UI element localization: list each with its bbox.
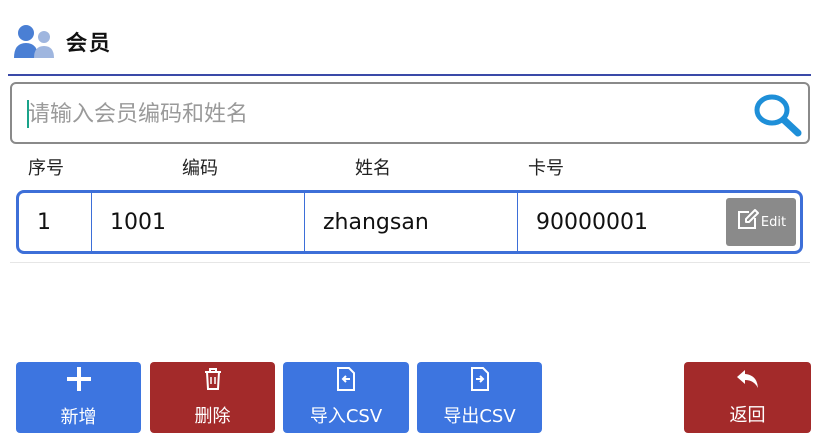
column-header-card: 卡号 (528, 158, 564, 179)
page-header: 会员 (14, 24, 112, 60)
cell-card: 90000001 (536, 209, 648, 235)
add-button[interactable]: 新增 (16, 362, 141, 433)
search-input[interactable] (28, 94, 728, 134)
table-row[interactable]: 1 1001 zhangsan 90000001 Edit (16, 190, 803, 254)
import-csv-button[interactable]: 导入CSV (283, 362, 409, 433)
edit-button[interactable]: Edit (726, 198, 796, 246)
row-divider (10, 262, 810, 263)
export-csv-button[interactable]: 导出CSV (417, 362, 542, 433)
column-header-name: 姓名 (355, 158, 391, 179)
members-icon (14, 24, 58, 60)
back-arrow-icon (735, 368, 761, 395)
delete-label: 删除 (194, 406, 231, 427)
page-title: 会员 (66, 31, 112, 55)
search-box (10, 82, 810, 144)
cell-code: 1001 (92, 193, 305, 251)
edit-label: Edit (760, 214, 787, 230)
back-button[interactable]: 返回 (684, 362, 811, 433)
trash-icon (203, 367, 223, 396)
header-divider (8, 74, 811, 76)
edit-icon (736, 209, 761, 235)
delete-button[interactable]: 删除 (150, 362, 275, 433)
import-csv-label: 导入CSV (309, 406, 383, 427)
export-file-icon (470, 367, 490, 396)
cell-name: zhangsan (305, 193, 518, 251)
column-header-index: 序号 (28, 158, 64, 179)
search-icon[interactable] (752, 90, 802, 138)
plus-icon (66, 366, 92, 397)
column-header-code: 编码 (182, 158, 218, 179)
add-label: 新增 (60, 407, 97, 428)
cell-index: 1 (19, 193, 92, 251)
import-file-icon (336, 367, 356, 396)
table-header: 序号 编码 姓名 卡号 (0, 152, 818, 180)
back-label: 返回 (729, 405, 766, 426)
export-csv-label: 导出CSV (443, 406, 516, 427)
